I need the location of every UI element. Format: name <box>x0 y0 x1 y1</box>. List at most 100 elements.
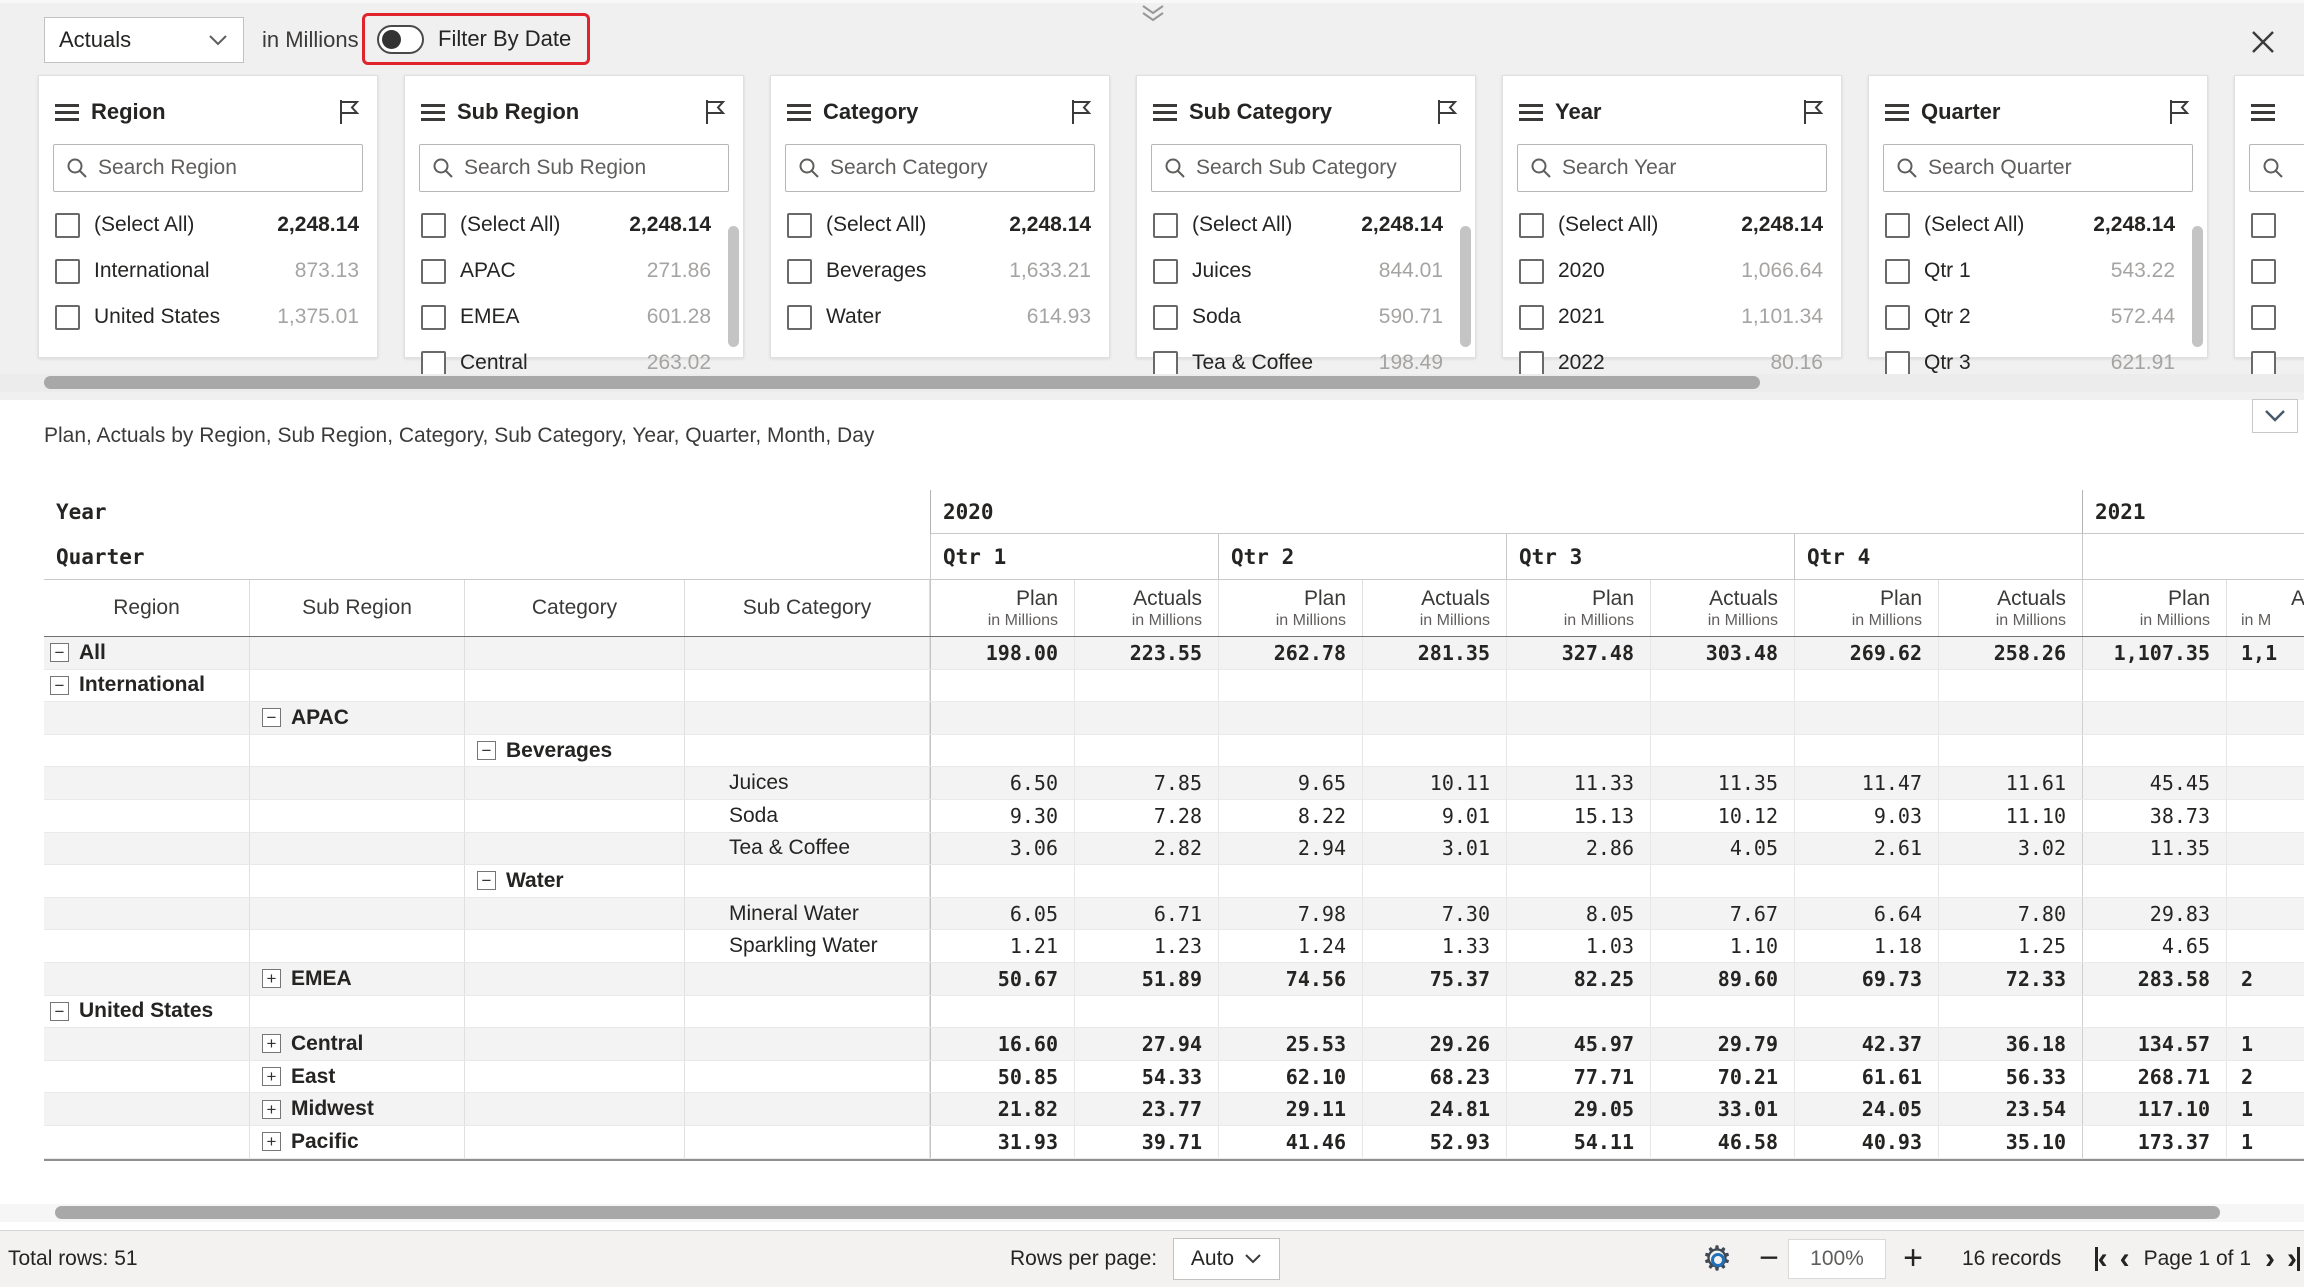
search-input[interactable]: Search Quarter <box>1883 144 2193 192</box>
value-column-header-plan[interactable]: Planin Millions <box>930 580 1074 636</box>
expand-icon[interactable]: + <box>262 1132 281 1151</box>
collapse-icon[interactable]: − <box>50 1002 69 1021</box>
search-input[interactable]: Search Category <box>785 144 1095 192</box>
checkbox[interactable] <box>55 259 80 284</box>
hamburger-icon[interactable] <box>421 100 445 125</box>
checkbox[interactable] <box>787 259 812 284</box>
checkbox[interactable] <box>1519 351 1544 376</box>
value-column-header-actuals[interactable]: Actualsin Millions <box>1938 580 2082 636</box>
close-button[interactable] <box>2248 25 2282 59</box>
flag-icon[interactable] <box>2167 98 2191 126</box>
flag-icon[interactable] <box>1801 98 1825 126</box>
checkbox[interactable] <box>787 213 812 238</box>
value-cell <box>1362 865 1506 897</box>
value-column-header-actuals[interactable]: Actualsin Millions <box>1362 580 1506 636</box>
measure-dropdown[interactable]: Actuals <box>44 17 244 63</box>
checkbox[interactable] <box>421 213 446 238</box>
hamburger-icon[interactable] <box>55 100 79 125</box>
panel-scrollbar[interactable] <box>728 226 739 347</box>
panel-scrollbar[interactable] <box>1460 226 1471 347</box>
flag-icon[interactable] <box>703 98 727 126</box>
checkbox[interactable] <box>1519 259 1544 284</box>
collapse-icon[interactable]: − <box>477 871 496 890</box>
column-header-category[interactable]: Category <box>465 580 685 636</box>
checkbox[interactable] <box>421 305 446 330</box>
value-column-header-plan[interactable]: Planin Millions <box>1218 580 1362 636</box>
column-header-sub-region[interactable]: Sub Region <box>250 580 465 636</box>
checkbox[interactable] <box>1153 259 1178 284</box>
quarter-header[interactable]: Qtr 4 <box>1794 534 2082 579</box>
first-page-button[interactable]: ‹ <box>2095 1244 2108 1274</box>
expand-icon[interactable]: + <box>262 969 281 988</box>
checkbox[interactable] <box>2251 351 2276 376</box>
collapse-icon[interactable]: − <box>50 643 69 662</box>
column-header-sub-category[interactable]: Sub Category <box>685 580 930 636</box>
expand-icon[interactable]: + <box>262 1067 281 1086</box>
value-column-header-plan[interactable]: Planin Millions <box>2082 580 2226 636</box>
hamburger-icon[interactable] <box>1885 100 1909 125</box>
previous-page-button[interactable]: ‹ <box>2120 1244 2130 1274</box>
year-2020-header[interactable]: 2020 <box>930 490 2082 534</box>
value-column-header-actuals[interactable]: Actualsin Millions <box>1074 580 1218 636</box>
checkbox[interactable] <box>1153 351 1178 376</box>
checkbox[interactable] <box>1153 305 1178 330</box>
flag-icon[interactable] <box>1435 98 1459 126</box>
last-page-button[interactable]: › <box>2287 1244 2300 1274</box>
value-cell: 35.10 <box>1938 1126 2082 1158</box>
quarter-header[interactable]: Qtr 2 <box>1218 534 1506 579</box>
table-chevron-button[interactable] <box>2252 399 2298 433</box>
checkbox[interactable] <box>787 305 812 330</box>
value-column-header-actuals[interactable]: Actualsin Millions <box>1650 580 1794 636</box>
filter-pane-horizontal-scrollbar[interactable] <box>0 374 2304 392</box>
hamburger-icon[interactable] <box>1519 100 1543 125</box>
zoom-level-field[interactable]: 100% <box>1788 1239 1886 1279</box>
hamburger-icon[interactable] <box>1153 100 1177 125</box>
scrollbar-thumb[interactable] <box>55 1206 2220 1219</box>
checkbox[interactable] <box>1519 305 1544 330</box>
flag-icon[interactable] <box>1069 98 1093 126</box>
panel-scrollbar[interactable] <box>2192 226 2203 347</box>
next-page-button[interactable]: › <box>2265 1244 2275 1274</box>
collapse-icon[interactable]: − <box>477 741 496 760</box>
rows-per-page-dropdown[interactable]: Auto <box>1173 1238 1280 1280</box>
quarter-header[interactable]: Qtr 1 <box>930 534 1218 579</box>
checkbox[interactable] <box>2251 213 2276 238</box>
checkbox[interactable] <box>1153 213 1178 238</box>
checkbox[interactable] <box>1519 213 1544 238</box>
hamburger-icon[interactable] <box>2251 100 2275 125</box>
search-input[interactable]: Search Region <box>53 144 363 192</box>
flag-icon[interactable] <box>337 98 361 126</box>
search-input[interactable] <box>2249 144 2304 192</box>
quarter-header[interactable]: Qtr 3 <box>1506 534 1794 579</box>
value-column-header-clipped[interactable]: Ain M <box>2226 580 2304 636</box>
checkbox[interactable] <box>1885 259 1910 284</box>
filter-pane-collapse-handle[interactable] <box>1135 4 1171 24</box>
expand-icon[interactable]: + <box>262 1100 281 1119</box>
hamburger-icon[interactable] <box>787 100 811 125</box>
filter-by-date-toggle[interactable] <box>377 25 424 54</box>
checkbox[interactable] <box>55 305 80 330</box>
collapse-icon[interactable]: − <box>50 676 69 695</box>
settings-gear-icon[interactable]: ⚙ <box>1698 1240 1736 1278</box>
search-input[interactable]: Search Year <box>1517 144 1827 192</box>
scrollbar-thumb[interactable] <box>44 376 1760 389</box>
value-column-header-plan[interactable]: Planin Millions <box>1794 580 1938 636</box>
checkbox[interactable] <box>421 351 446 376</box>
checkbox[interactable] <box>1885 305 1910 330</box>
checkbox[interactable] <box>1885 213 1910 238</box>
zoom-in-button[interactable]: + <box>1896 1239 1930 1279</box>
checkbox[interactable] <box>2251 259 2276 284</box>
expand-icon[interactable]: + <box>262 1034 281 1053</box>
collapse-icon[interactable]: − <box>262 708 281 727</box>
checkbox[interactable] <box>2251 305 2276 330</box>
column-header-region[interactable]: Region <box>44 580 250 636</box>
checkbox[interactable] <box>421 259 446 284</box>
table-horizontal-scrollbar[interactable] <box>0 1204 2304 1222</box>
checkbox[interactable] <box>55 213 80 238</box>
zoom-out-button[interactable]: − <box>1752 1239 1786 1279</box>
value-column-header-plan[interactable]: Planin Millions <box>1506 580 1650 636</box>
checkbox[interactable] <box>1885 351 1910 376</box>
year-2021-header[interactable]: 2021 <box>2082 490 2304 534</box>
search-input[interactable]: Search Sub Category <box>1151 144 1461 192</box>
search-input[interactable]: Search Sub Region <box>419 144 729 192</box>
